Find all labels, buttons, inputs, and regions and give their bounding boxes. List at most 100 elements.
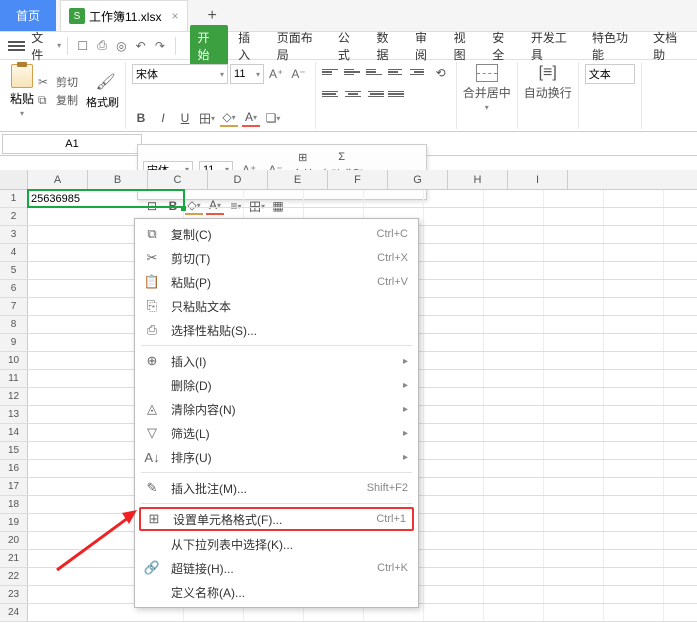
tab-data[interactable]: 数据 [370, 25, 405, 67]
undo-icon[interactable]: ↶ [132, 37, 149, 55]
tab-start[interactable]: 开始 [190, 25, 229, 67]
menu-delete[interactable]: 删除(D)▸ [135, 373, 418, 397]
tab-insert[interactable]: 插入 [232, 25, 267, 67]
cut-button[interactable]: ✂剪切 [38, 74, 78, 90]
cell[interactable] [544, 280, 604, 297]
cell[interactable] [604, 514, 664, 531]
row-header[interactable]: 18 [0, 496, 28, 513]
cell[interactable] [424, 352, 484, 369]
row-header[interactable]: 14 [0, 424, 28, 441]
tab-security[interactable]: 安全 [486, 25, 521, 67]
cell[interactable] [604, 460, 664, 477]
cell[interactable] [424, 334, 484, 351]
row-header[interactable]: 13 [0, 406, 28, 423]
cell[interactable] [484, 604, 544, 621]
menu-dropdown-select[interactable]: 从下拉列表中选择(K)... [135, 532, 418, 556]
cell[interactable] [544, 478, 604, 495]
cell[interactable] [604, 424, 664, 441]
print-icon[interactable]: ⎙ [93, 37, 110, 55]
cell[interactable] [364, 190, 424, 207]
cell[interactable] [604, 316, 664, 333]
cell[interactable] [544, 514, 604, 531]
font-family-select[interactable]: 宋体▾ [132, 64, 228, 84]
cell[interactable] [424, 586, 484, 603]
cell[interactable] [484, 586, 544, 603]
cell[interactable] [484, 280, 544, 297]
cell[interactable] [544, 442, 604, 459]
cell[interactable] [484, 244, 544, 261]
cell[interactable] [604, 568, 664, 585]
row-header[interactable]: 5 [0, 262, 28, 279]
cell[interactable] [604, 532, 664, 549]
cell[interactable]: 25636985 [28, 190, 184, 207]
cell[interactable] [484, 298, 544, 315]
col-header[interactable]: G [388, 170, 448, 189]
justify-icon[interactable] [388, 86, 406, 102]
cell[interactable] [604, 262, 664, 279]
indent-left-icon[interactable] [388, 64, 406, 80]
tab-review[interactable]: 审阅 [409, 25, 444, 67]
row-header[interactable]: 15 [0, 442, 28, 459]
cell[interactable] [424, 244, 484, 261]
tab-dochelp[interactable]: 文档助 [647, 25, 693, 67]
cell[interactable] [244, 190, 304, 207]
col-header[interactable]: H [448, 170, 508, 189]
cell[interactable] [424, 226, 484, 243]
menu-insert-comment[interactable]: ✎插入批注(M)...Shift+F2 [135, 476, 418, 500]
select-all-corner[interactable] [0, 170, 28, 189]
cell[interactable] [604, 478, 664, 495]
row-header[interactable]: 9 [0, 334, 28, 351]
wrap-text-button[interactable]: [≡] 自动换行 [524, 64, 572, 101]
row-header[interactable]: 12 [0, 388, 28, 405]
cell[interactable] [544, 388, 604, 405]
cell[interactable] [484, 208, 544, 225]
cell[interactable] [604, 550, 664, 567]
cell[interactable] [604, 370, 664, 387]
row-header[interactable]: 4 [0, 244, 28, 261]
cell[interactable] [604, 208, 664, 225]
menu-filter[interactable]: ▽筛选(L)▸ [135, 421, 418, 445]
border-button[interactable]: 田▾ [198, 109, 216, 127]
cell[interactable] [424, 406, 484, 423]
cell[interactable] [544, 316, 604, 333]
cell[interactable] [484, 226, 544, 243]
cell[interactable] [304, 190, 364, 207]
menu-clear[interactable]: ◬清除内容(N)▸ [135, 397, 418, 421]
cell[interactable] [484, 334, 544, 351]
cell[interactable] [544, 532, 604, 549]
underline-button[interactable]: U [176, 109, 194, 127]
col-header[interactable]: C [148, 170, 208, 189]
cell[interactable] [484, 550, 544, 567]
menu-paste[interactable]: 📋粘贴(P)Ctrl+V [135, 270, 418, 294]
orientation-icon[interactable]: ⟲ [432, 64, 450, 82]
menu-copy[interactable]: ⧉复制(C)Ctrl+C [135, 222, 418, 246]
cell[interactable] [424, 388, 484, 405]
name-box[interactable]: A1 [2, 134, 142, 154]
row-header[interactable]: 2 [0, 208, 28, 225]
cell[interactable] [604, 352, 664, 369]
align-center-icon[interactable] [344, 86, 362, 102]
menu-format-cells[interactable]: ⊞设置单元格格式(F)...Ctrl+1 [139, 507, 414, 531]
menu-paste-special[interactable]: ⎙选择性粘贴(S)... [135, 318, 418, 342]
cell[interactable] [424, 424, 484, 441]
cell[interactable] [604, 226, 664, 243]
merge-center-button[interactable]: 合并居中▾ [463, 64, 511, 112]
cell[interactable] [544, 586, 604, 603]
redo-icon[interactable]: ↷ [151, 37, 168, 55]
cell[interactable] [544, 298, 604, 315]
cell[interactable] [604, 406, 664, 423]
row-header[interactable]: 21 [0, 550, 28, 567]
col-header[interactable]: E [268, 170, 328, 189]
cell[interactable] [484, 424, 544, 441]
format-painter-button[interactable]: 🖌 格式刷 [86, 72, 119, 110]
cell[interactable] [484, 532, 544, 549]
number-format-select[interactable]: 文本 [585, 64, 635, 84]
menu-paste-text[interactable]: ⎘只粘贴文本 [135, 294, 418, 318]
cell[interactable] [484, 568, 544, 585]
new-tab-button[interactable]: + [208, 7, 217, 25]
row-header[interactable]: 17 [0, 478, 28, 495]
cell[interactable] [604, 298, 664, 315]
col-header[interactable]: D [208, 170, 268, 189]
cell[interactable] [484, 496, 544, 513]
cell[interactable] [544, 208, 604, 225]
